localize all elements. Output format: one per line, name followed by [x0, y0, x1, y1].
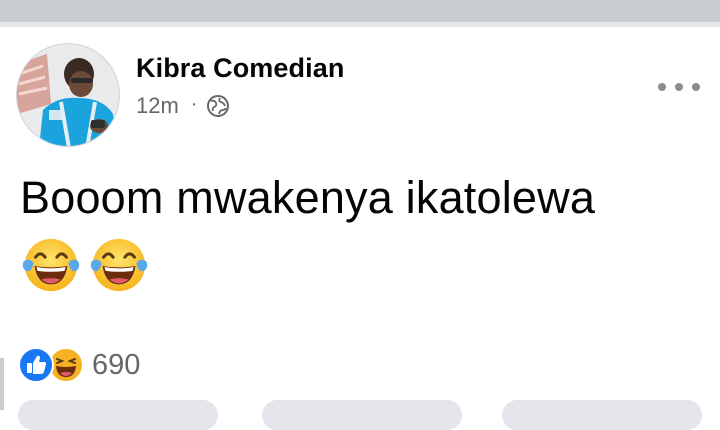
more-horizontal-icon[interactable] [658, 78, 700, 96]
avatar-photo [17, 44, 119, 146]
like-button[interactable] [18, 400, 218, 430]
tears-of-joy-emoji [90, 238, 148, 292]
meta-separator: · [190, 92, 198, 115]
share-button[interactable] [502, 400, 702, 430]
post-text: Booom mwakenya ikatolewa [20, 172, 596, 223]
comment-button[interactable] [262, 400, 462, 430]
globe-icon[interactable] [206, 94, 230, 118]
reaction-summary[interactable]: 690 [18, 347, 140, 383]
post-meta: 12m · [136, 92, 230, 120]
more-dot [658, 83, 666, 91]
author-avatar[interactable] [16, 43, 120, 147]
post-timestamp[interactable]: 12m [136, 93, 179, 119]
reaction-count: 690 [92, 348, 141, 381]
left-edge-divider [0, 358, 4, 410]
feed-top-divider [0, 0, 720, 27]
tears-of-joy-emoji [22, 238, 80, 292]
like-icon [18, 347, 54, 383]
author-name[interactable]: Kibra Comedian [136, 53, 344, 84]
feed-divider-shadow [0, 22, 720, 27]
more-dot [692, 83, 700, 91]
post-emojis [20, 234, 150, 296]
more-dot [675, 83, 683, 91]
